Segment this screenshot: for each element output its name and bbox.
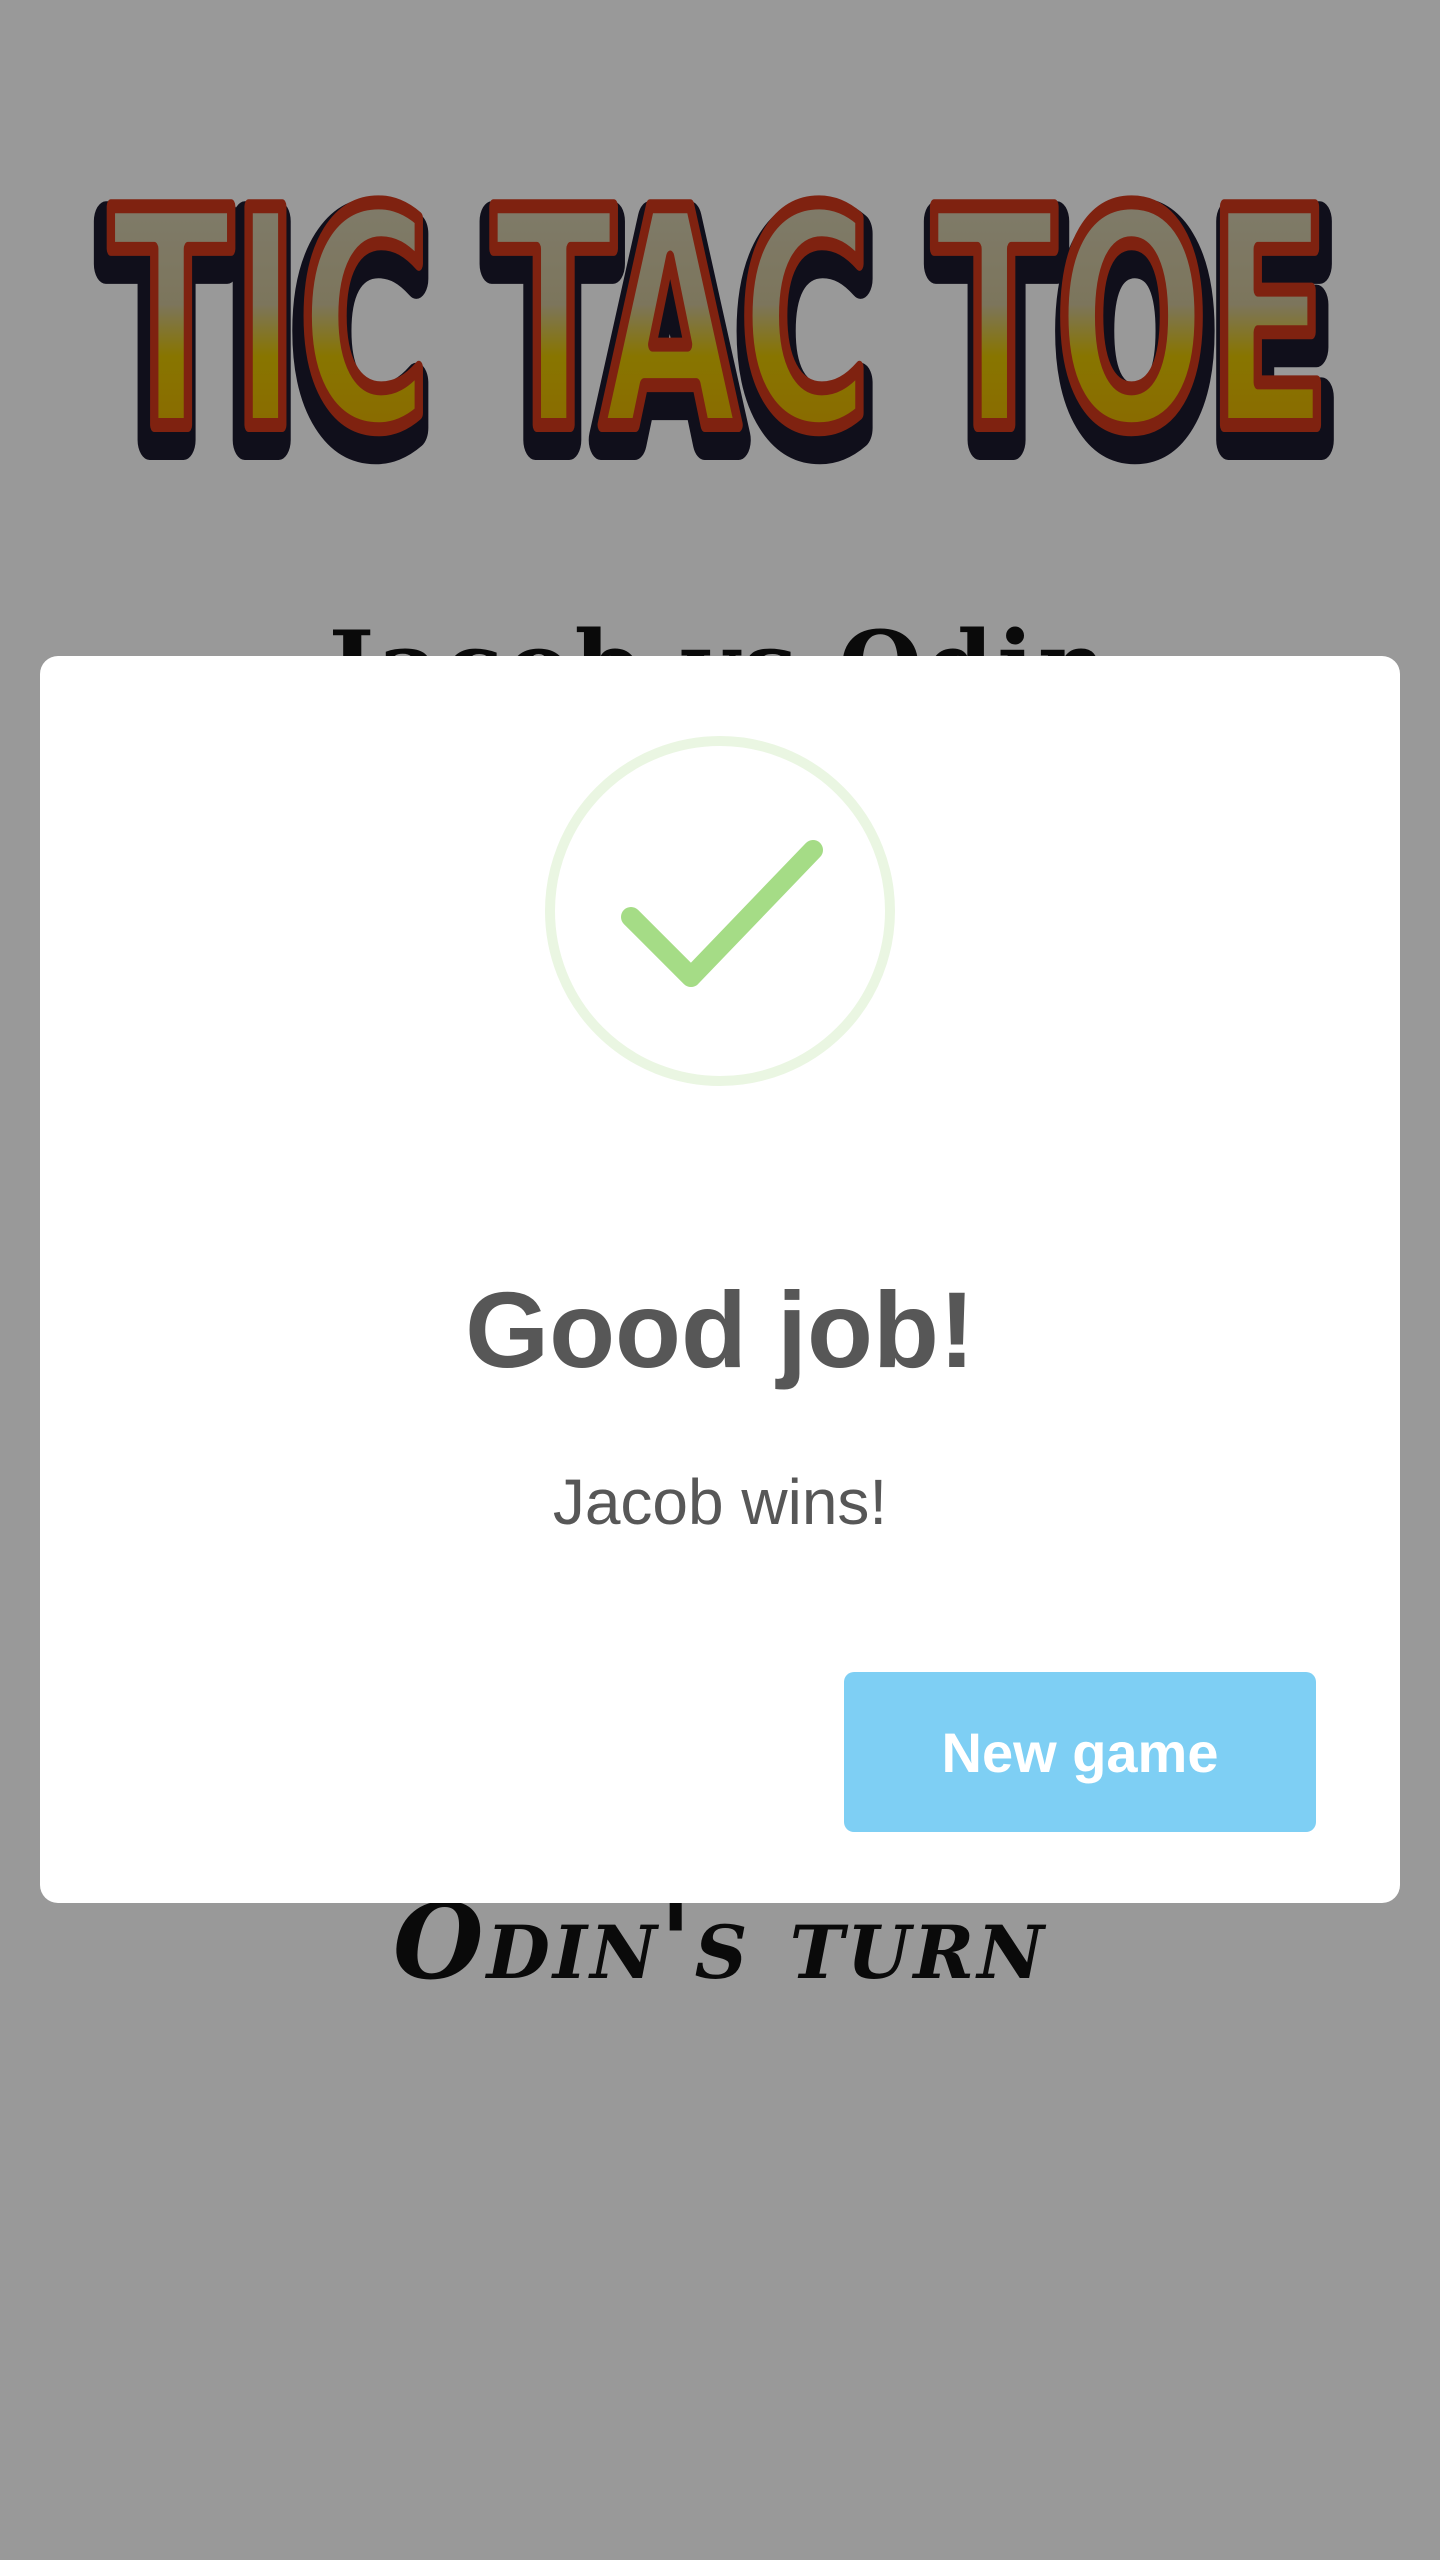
dialog-title: Good job! — [465, 1269, 975, 1390]
win-dialog: Good job! Jacob wins! New game — [40, 656, 1400, 1903]
success-checkmark-icon — [543, 734, 897, 1088]
new-game-button[interactable]: New game — [844, 1672, 1316, 1832]
dialog-message: Jacob wins! — [552, 1466, 888, 1538]
